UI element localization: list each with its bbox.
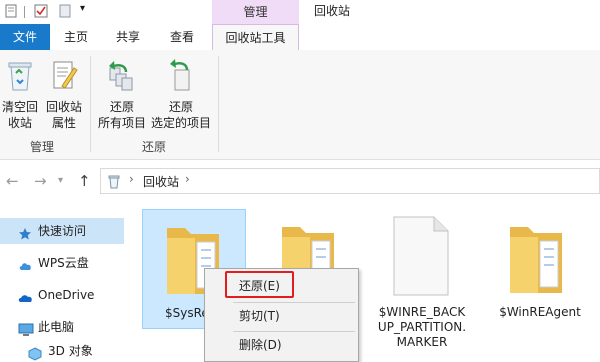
context-tab-header: 管理 [212, 0, 299, 24]
file-item[interactable]: $WINRE_BACK UP_PARTITION. MARKER [370, 209, 474, 359]
restore-selected-label-1: 还原 [168, 100, 193, 114]
recycle-bin-icon [107, 174, 121, 192]
empty-recycle-bin-label-2: 收站 [7, 116, 32, 130]
chevron-right-icon[interactable]: › [129, 172, 134, 186]
tab-file[interactable]: 文件 [0, 24, 50, 50]
navigation-bar: ← → ▾ ↑ › 回收站 › [0, 160, 600, 202]
quick-access-separator [24, 6, 25, 18]
folder-icon [504, 217, 568, 300]
context-menu-separator [233, 302, 355, 303]
forward-arrow-icon[interactable]: → [34, 172, 47, 190]
cloud-icon [18, 256, 34, 282]
restore-group-label: 还原 [142, 140, 167, 154]
file-name-line-3: MARKER [396, 335, 448, 349]
nav-item-label: OneDrive [38, 288, 95, 302]
address-path: 回收站 [143, 175, 180, 189]
up-arrow-icon[interactable]: ↑ [78, 172, 91, 190]
onedrive-icon [18, 288, 34, 314]
document-icon [390, 215, 452, 300]
window-title: 回收站 [314, 4, 351, 18]
recycle-bin-icon [0, 58, 40, 96]
recycle-bin-properties-label-1: 回收站 [45, 100, 82, 114]
recent-locations-icon[interactable]: ▾ [58, 175, 63, 186]
tab-view[interactable]: 查看 [162, 24, 202, 50]
check-icon[interactable] [34, 4, 48, 21]
group-separator [90, 56, 91, 152]
title-bar: ▾ 管理 回收站 [0, 0, 600, 24]
chevron-down-icon[interactable]: ▾ [80, 3, 85, 14]
restore-selected-items-button[interactable]: 还原 选定的项目 [150, 58, 212, 131]
restore-selected-icon [150, 58, 212, 96]
file-item[interactable]: $WinREAgent [488, 209, 592, 329]
nav-item-this-pc[interactable]: 此电脑 [0, 314, 124, 340]
nav-item-3d-objects[interactable]: 3D 对象 [10, 338, 134, 362]
ribbon-panel: 清空回 收站 回收站 属性 管理 还原 所有项目 还原 选定的项目 还原 [0, 50, 600, 160]
back-arrow-icon[interactable]: ← [6, 172, 19, 190]
empty-recycle-bin-label-1: 清空回 [1, 100, 38, 114]
navigation-pane: 快速访问 WPS云盘 OneDrive 此电脑 3D 对象 [0, 202, 128, 362]
nav-item-onedrive[interactable]: OneDrive [0, 282, 124, 308]
empty-recycle-bin-button[interactable]: 清空回 收站 [0, 58, 40, 131]
address-bar[interactable]: › 回收站 › [100, 168, 600, 194]
context-menu-delete[interactable]: 删除(D) [205, 333, 360, 357]
3d-objects-icon [28, 344, 42, 362]
file-name-line-2: UP_PARTITION. [377, 320, 467, 334]
properties-icon[interactable] [4, 4, 18, 21]
context-menu-separator [233, 331, 355, 332]
restore-all-icon [94, 58, 150, 96]
context-menu-cut[interactable]: 剪切(T) [205, 304, 360, 328]
nav-item-label: 此电脑 [38, 320, 75, 334]
manage-group-label: 管理 [30, 140, 55, 154]
nav-item-label: WPS云盘 [38, 256, 89, 270]
restore-all-items-button[interactable]: 还原 所有项目 [94, 58, 150, 131]
restore-highlight-box [225, 271, 294, 298]
restore-all-label-1: 还原 [109, 100, 134, 114]
star-icon [18, 224, 32, 250]
restore-selected-label-2: 选定的项目 [150, 116, 211, 130]
nav-item-quick-access[interactable]: 快速访问 [0, 218, 124, 244]
tab-share[interactable]: 共享 [108, 24, 148, 50]
nav-item-label: 3D 对象 [48, 344, 93, 358]
new-folder-icon[interactable] [58, 4, 72, 21]
file-name: $WinREAgent [499, 305, 581, 319]
file-name: $WINRE_BACK UP_PARTITION. MARKER [370, 305, 474, 350]
recycle-bin-properties-label-2: 属性 [51, 116, 76, 130]
recycle-bin-properties-button[interactable]: 回收站 属性 [42, 58, 86, 131]
chevron-right-icon[interactable]: › [185, 172, 190, 186]
tab-home[interactable]: 主页 [56, 24, 96, 50]
ribbon-tabs: 文件 主页 共享 查看 回收站工具 [0, 24, 600, 51]
restore-all-label-2: 所有项目 [97, 116, 146, 130]
nav-item-wps-cloud[interactable]: WPS云盘 [0, 250, 124, 276]
file-name-line-1: $WINRE_BACK [378, 305, 466, 319]
nav-item-label: 快速访问 [38, 224, 87, 238]
tab-recycle-bin-tools[interactable]: 回收站工具 [212, 24, 299, 51]
properties-icon [42, 58, 86, 96]
group-separator [218, 56, 219, 152]
